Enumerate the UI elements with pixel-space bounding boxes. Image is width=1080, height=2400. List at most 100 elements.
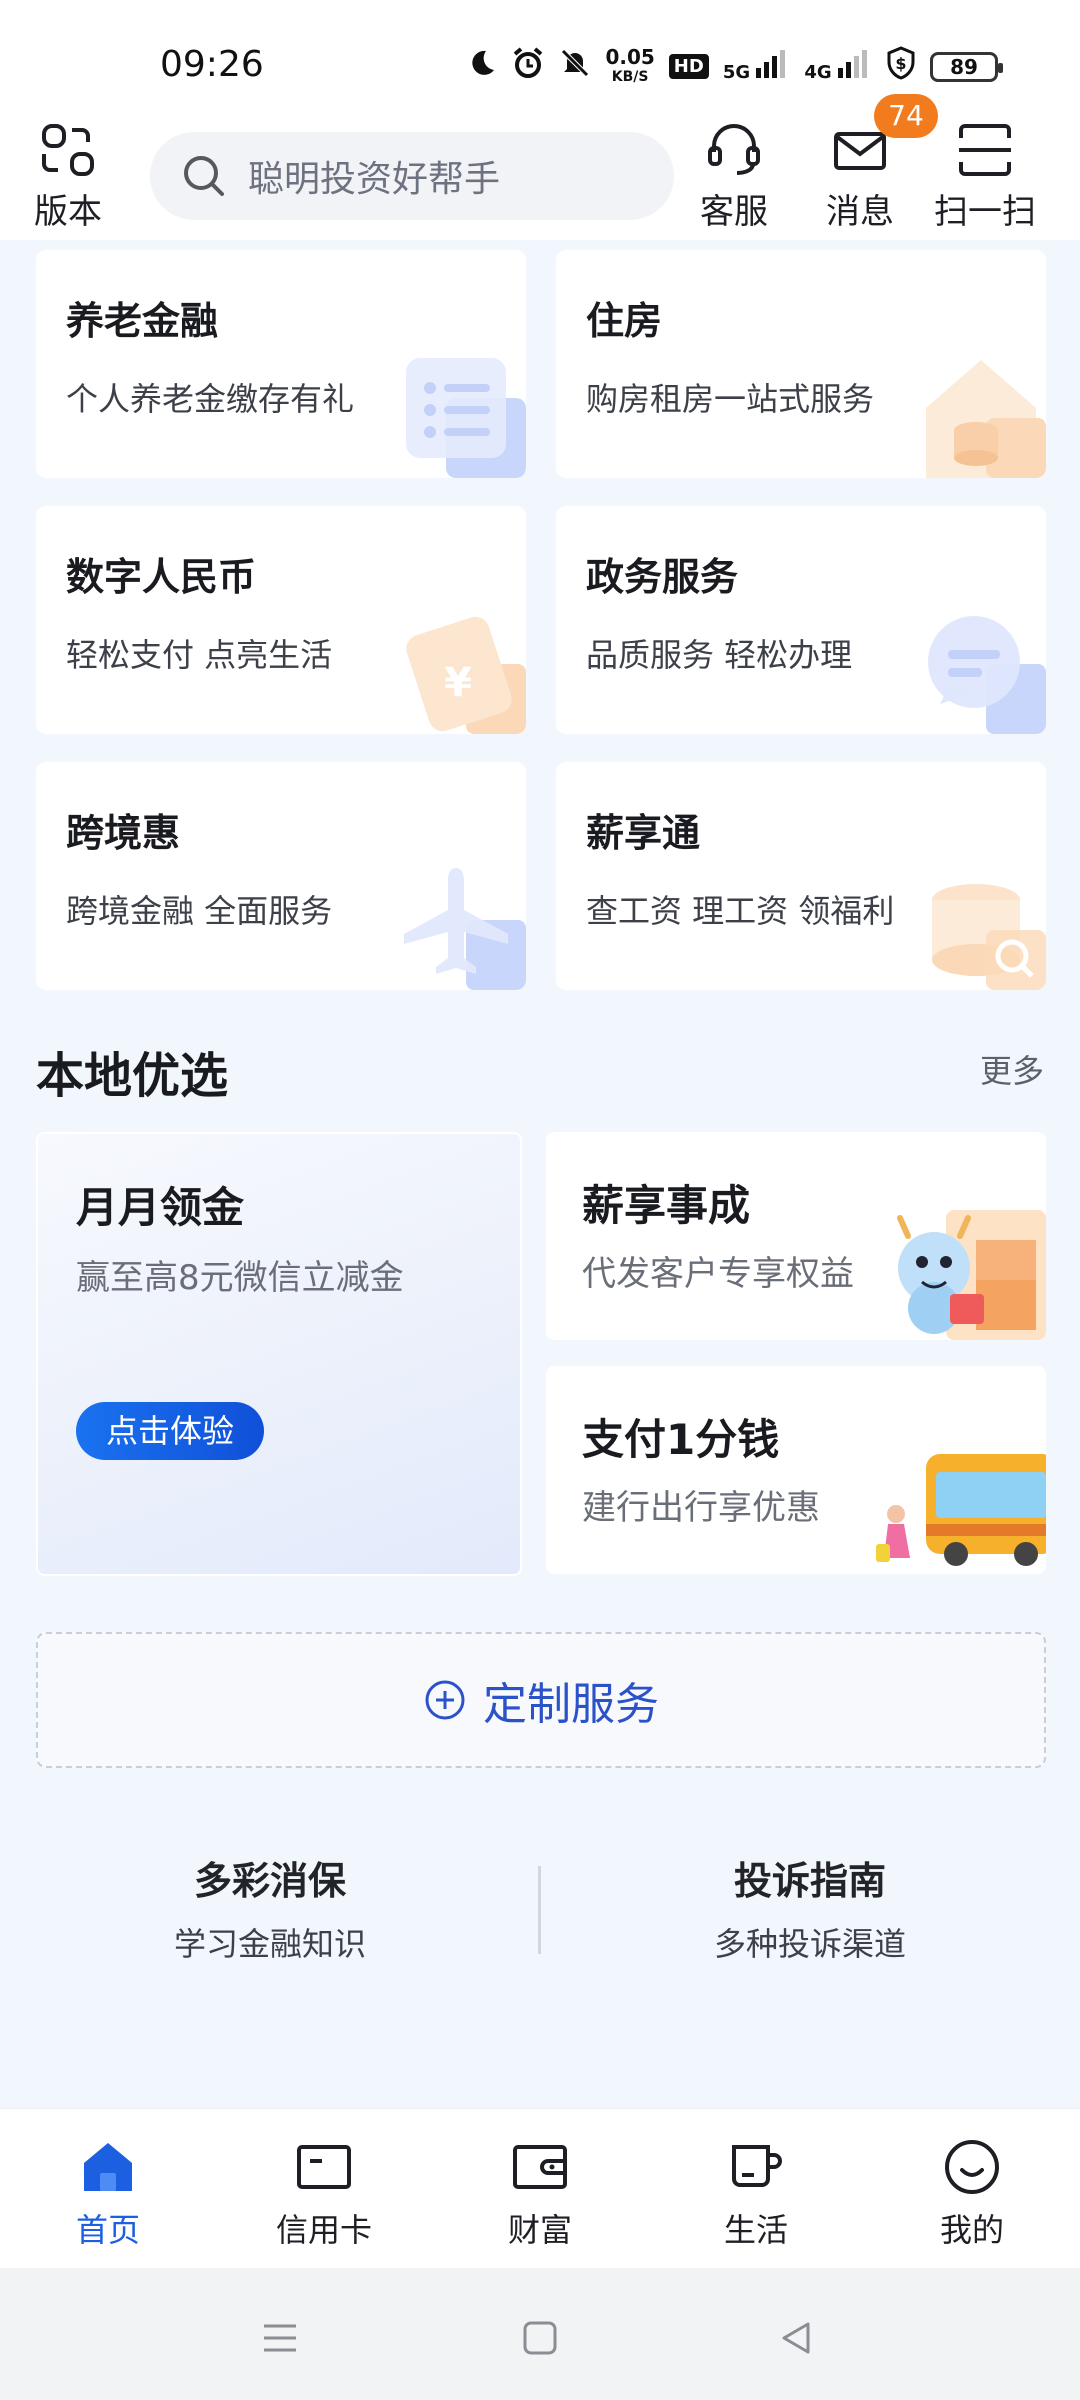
home-icon [84, 2143, 132, 2191]
bus-travel-icon [876, 1454, 1046, 1566]
nav-menu-button[interactable] [250, 2308, 310, 2368]
svg-text:¥: ¥ [444, 660, 472, 706]
status-time: 09:26 [160, 44, 264, 85]
service-card-cross-border[interactable]: 跨境惠 跨境金融 全面服务 [36, 762, 526, 990]
service-card-subtitle: 轻松支付 点亮生活 [66, 636, 333, 674]
promo-subtitle: 建行出行享优惠 [582, 1488, 820, 1528]
credit-card-icon [297, 2145, 351, 2189]
promo-card-monthly-gold[interactable]: 月月领金 赢至高8元微信立减金 点击体验 [36, 1132, 522, 1576]
customer-service-label: 客服 [700, 192, 768, 232]
signal-5g-icon: 5G [723, 50, 791, 83]
tab-label: 我的 [939, 2211, 1004, 2249]
signal-4g-icon: 4G [804, 50, 872, 83]
tab-life[interactable]: 生活 [686, 2139, 826, 2251]
promo-title: 支付1分钱 [582, 1415, 780, 1464]
net-speed-unit: KB/S [611, 68, 649, 85]
service-card-title: 住房 [586, 299, 663, 343]
mascot-gift-icon [897, 1210, 1046, 1340]
signal-5g-label: 5G [722, 62, 751, 83]
promo-card-one-cent[interactable]: 支付1分钱 建行出行享优惠 [546, 1366, 1046, 1574]
messages-button[interactable]: 74 消息 [826, 94, 938, 233]
service-card-housing[interactable]: 住房 购房租房一站式服务 [556, 250, 1046, 478]
checklist-icon [406, 358, 526, 478]
version-switch-icon [42, 124, 94, 176]
service-card-subtitle: 购房租房一站式服务 [586, 380, 875, 418]
service-card-title: 薪享通 [586, 811, 701, 855]
app-header: 版本 聪明投资好帮手 客服 74 消息 扫一扫 [0, 94, 1080, 240]
svg-text:$: $ [895, 54, 906, 73]
service-card-subtitle: 跨境金融 全面服务 [66, 892, 333, 930]
promo-subtitle: 代发客户专享权益 [582, 1254, 854, 1294]
search-icon [184, 156, 224, 196]
guide-consumer-protection[interactable]: 多彩消保 学习金融知识 [0, 1850, 540, 1965]
promo-card-salary-success[interactable]: 薪享事成 代发客户专享权益 [546, 1132, 1046, 1340]
house-coins-icon [926, 360, 1046, 478]
tab-credit-card[interactable]: 信用卡 [254, 2139, 394, 2251]
custom-service-label: 定制服务 [483, 1679, 659, 1730]
promo-title: 薪享事成 [582, 1181, 751, 1230]
service-card-digital-rmb[interactable]: 数字人民币 轻松支付 点亮生活 ¥ [36, 506, 526, 734]
cup-icon [732, 2145, 782, 2187]
signal-4g-label: 4G [804, 62, 832, 83]
nav-back-button[interactable] [766, 2308, 826, 2368]
battery-icon: 89 [930, 51, 1003, 82]
guide-title: 多彩消保 [193, 1859, 346, 1903]
network-speed: 0.05 KB/S [605, 47, 654, 87]
section-title-local: 本地优选 [36, 1048, 229, 1104]
messages-label: 消息 [826, 192, 894, 232]
service-card-title: 跨境惠 [66, 811, 181, 855]
version-label: 版本 [34, 192, 102, 232]
version-switch-button[interactable]: 版本 [34, 120, 102, 233]
scan-icon [959, 124, 1011, 176]
service-card-salary[interactable]: 薪享通 查工资 理工资 领福利 [556, 762, 1046, 990]
mute-bell-icon [559, 47, 591, 86]
chat-bubble-icon [928, 616, 1046, 734]
tab-label: 信用卡 [275, 2211, 372, 2249]
alarm-icon [511, 46, 545, 87]
service-card-title: 政务服务 [586, 555, 739, 599]
menu-icon [264, 2324, 296, 2352]
bottom-tab-bar: 首页 信用卡 财富 生活 我的 [0, 2108, 1080, 2268]
search-input[interactable]: 聪明投资好帮手 [150, 132, 674, 220]
scan-button[interactable]: 扫一扫 [934, 120, 1036, 233]
search-placeholder: 聪明投资好帮手 [248, 159, 501, 200]
net-speed-value: 0.05 [605, 44, 655, 69]
guide-subtitle: 学习金融知识 [173, 1925, 366, 1963]
yuan-wallet-icon: ¥ [406, 616, 526, 734]
guide-title: 投诉指南 [733, 1859, 886, 1903]
hd-voice-icon: HD [668, 54, 709, 79]
tab-label: 首页 [75, 2211, 140, 2249]
tab-home[interactable]: 首页 [38, 2139, 178, 2251]
moon-icon [467, 48, 497, 85]
tab-label: 财富 [507, 2211, 572, 2249]
back-triangle-icon [782, 2322, 810, 2354]
custom-service-button[interactable]: 定制服务 [36, 1632, 1046, 1768]
service-card-government[interactable]: 政务服务 品质服务 轻松办理 [556, 506, 1046, 734]
shield-dollar-icon: $ [886, 46, 916, 87]
wallet-icon [513, 2145, 567, 2189]
system-nav-bar [0, 2268, 1080, 2400]
try-now-button[interactable]: 点击体验 [76, 1402, 265, 1460]
service-card-subtitle: 品质服务 轻松办理 [586, 636, 853, 674]
section-more-link[interactable]: 更多 [980, 1046, 1044, 1092]
service-card-title: 数字人民币 [66, 555, 257, 599]
nav-home-button[interactable] [510, 2308, 570, 2368]
smile-icon [945, 2140, 999, 2194]
square-icon [523, 2321, 557, 2355]
service-card-title: 养老金融 [66, 299, 219, 343]
plus-circle-icon [425, 1680, 465, 1720]
tab-mine[interactable]: 我的 [902, 2139, 1042, 2251]
tab-wealth[interactable]: 财富 [470, 2139, 610, 2251]
tab-label: 生活 [723, 2211, 788, 2249]
headset-icon [708, 124, 760, 175]
coin-stack-icon [932, 884, 1046, 990]
service-card-pension[interactable]: 养老金融 个人养老金缴存有礼 [36, 250, 526, 478]
status-icons: 0.05 KB/S HD 5G 4G $ 89 [467, 46, 1003, 87]
guide-subtitle: 多种投诉渠道 [713, 1925, 906, 1963]
promo-subtitle: 赢至高8元微信立减金 [76, 1258, 404, 1298]
service-card-subtitle: 查工资 理工资 领福利 [586, 892, 895, 930]
service-card-subtitle: 个人养老金缴存有礼 [66, 380, 355, 418]
customer-service-button[interactable]: 客服 [700, 120, 768, 233]
guide-complaint[interactable]: 投诉指南 多种投诉渠道 [540, 1850, 1080, 1965]
scan-label: 扫一扫 [934, 192, 1036, 232]
